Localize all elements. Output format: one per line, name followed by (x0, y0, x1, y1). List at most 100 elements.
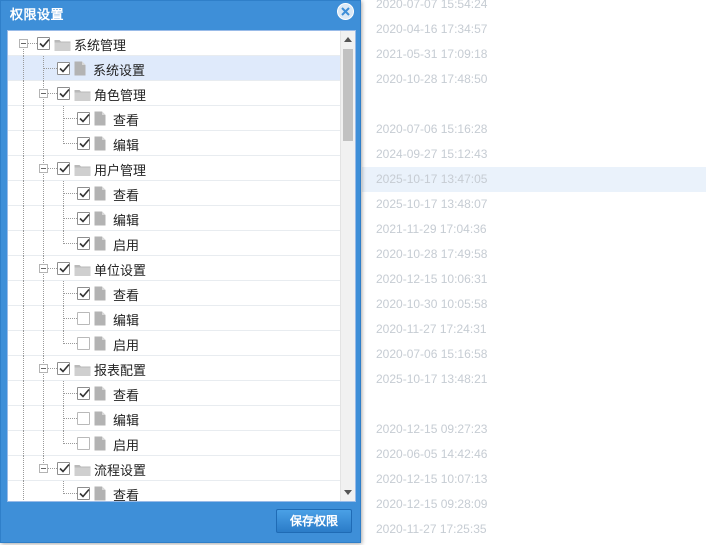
tree-leaf-node[interactable]: 查看 (8, 281, 341, 306)
permission-checkbox[interactable] (77, 387, 90, 400)
table-row[interactable]: 2020-10-30 10:05:58 (362, 292, 706, 317)
tree-guide-line (23, 431, 24, 456)
table-row[interactable]: 2025-10-17 13:47:05 (362, 167, 706, 192)
table-row[interactable]: 2020-04-16 17:34:57 (362, 17, 706, 42)
tree-node-label: 启用 (113, 439, 140, 454)
table-row[interactable]: 2020-10-28 17:48:50 (362, 67, 706, 92)
table-row[interactable]: 2021-11-29 17:04:36 (362, 217, 706, 242)
save-permissions-button[interactable]: 保存权限 (276, 509, 352, 533)
folder-icon (74, 262, 91, 281)
permission-checkbox[interactable] (77, 437, 90, 450)
table-row[interactable]: 2025-10-17 13:48:21 (362, 367, 706, 392)
tree-leaf-node[interactable]: 编辑 (8, 306, 341, 331)
scroll-up-arrow-icon[interactable] (344, 37, 352, 42)
tree-leaf-node[interactable]: 查看 (8, 106, 341, 131)
table-row[interactable]: 2020-07-06 15:16:28 (362, 117, 706, 142)
permission-checkbox[interactable] (57, 462, 70, 475)
collapse-toggle-icon[interactable] (39, 464, 48, 473)
permission-checkbox[interactable] (57, 162, 70, 175)
table-row[interactable]: 2020-10-28 17:49:58 (362, 242, 706, 267)
tree-node-label: 编辑 (113, 414, 140, 429)
collapse-toggle-icon[interactable] (39, 264, 48, 273)
tree-leaf-node[interactable]: 查看 (8, 481, 341, 502)
table-row[interactable]: 2020-11-27 17:24:31 (362, 317, 706, 342)
tree-guide-line (43, 131, 44, 156)
permission-checkbox[interactable] (77, 187, 90, 200)
collapse-toggle-icon[interactable] (19, 39, 28, 48)
tree-folder-node[interactable]: 用户管理 (8, 156, 341, 181)
tree-node-label: 查看 (113, 489, 140, 502)
table-row[interactable]: 2025-10-17 13:48:07 (362, 192, 706, 217)
dialog-header[interactable]: 权限设置 (1, 1, 360, 23)
file-icon (94, 311, 106, 330)
tree-folder-node[interactable]: 角色管理 (8, 81, 341, 106)
tree-guide-line (43, 306, 44, 331)
table-row[interactable] (362, 392, 706, 417)
table-row[interactable]: 2021-05-31 17:09:18 (362, 42, 706, 67)
tree-guide-line (23, 131, 24, 156)
timestamp-cell: 2024-09-27 15:12:43 (376, 147, 488, 161)
scrollbar-thumb[interactable] (343, 49, 353, 141)
file-icon (94, 386, 106, 405)
permission-checkbox[interactable] (77, 212, 90, 225)
tree-connector (63, 343, 77, 344)
tree-folder-node[interactable]: 流程设置 (8, 456, 341, 481)
permission-checkbox[interactable] (77, 312, 90, 325)
permission-checkbox[interactable] (77, 412, 90, 425)
permission-checkbox[interactable] (77, 337, 90, 350)
tree-guide-line (23, 381, 24, 406)
permission-checkbox[interactable] (57, 362, 70, 375)
tree-folder-node[interactable]: 单位设置 (8, 256, 341, 281)
tree-leaf-node[interactable]: 查看 (8, 381, 341, 406)
tree-leaf-node[interactable]: 启用 (8, 431, 341, 456)
table-row[interactable]: 2020-11-27 17:25:35 (362, 517, 706, 542)
table-row[interactable]: 2020-07-06 15:16:58 (362, 342, 706, 367)
tree-node-label: 用户管理 (94, 164, 147, 179)
timestamp-cell: 2020-10-28 17:49:58 (376, 247, 488, 261)
table-row[interactable]: 2020-12-15 09:28:09 (362, 492, 706, 517)
collapse-toggle-icon[interactable] (39, 164, 48, 173)
table-row[interactable] (362, 92, 706, 117)
timestamp-cell: 2020-11-27 17:24:31 (376, 322, 487, 336)
tree-guide-line (23, 156, 24, 181)
tree-folder-node[interactable]: 系统管理 (8, 31, 341, 56)
timestamp-cell: 2025-10-17 13:47:05 (376, 172, 488, 186)
tree-leaf-node[interactable]: 启用 (8, 331, 341, 356)
timestamp-cell: 2020-11-27 17:25:35 (376, 522, 487, 536)
timestamp-cell: 2020-10-28 17:48:50 (376, 72, 488, 86)
tree-node-label: 角色管理 (94, 89, 147, 104)
tree-leaf-node[interactable]: 系统设置 (8, 56, 341, 81)
tree-leaf-node[interactable]: 查看 (8, 181, 341, 206)
permission-checkbox[interactable] (37, 37, 50, 50)
permission-checkbox[interactable] (77, 137, 90, 150)
table-row[interactable]: 2020-12-15 10:07:13 (362, 467, 706, 492)
permission-checkbox[interactable] (57, 262, 70, 275)
folder-icon (74, 87, 91, 106)
tree-folder-node[interactable]: 报表配置 (8, 356, 341, 381)
tree-leaf-node[interactable]: 编辑 (8, 406, 341, 431)
collapse-toggle-icon[interactable] (39, 364, 48, 373)
permission-checkbox[interactable] (77, 487, 90, 500)
permission-checkbox[interactable] (77, 237, 90, 250)
collapse-toggle-icon[interactable] (39, 89, 48, 98)
scroll-down-arrow-icon[interactable] (344, 490, 352, 495)
table-row[interactable]: 2024-09-27 15:12:43 (362, 142, 706, 167)
tree-leaf-node[interactable]: 编辑 (8, 131, 341, 156)
permission-checkbox[interactable] (57, 62, 70, 75)
table-row[interactable]: 2020-07-07 15:54:24 (362, 0, 706, 17)
table-row[interactable]: 2020-12-15 09:27:23 (362, 417, 706, 442)
permission-checkbox[interactable] (77, 287, 90, 300)
table-row[interactable]: 2020-06-05 14:42:46 (362, 442, 706, 467)
folder-icon (74, 362, 91, 381)
vertical-scrollbar[interactable] (340, 31, 355, 501)
permission-checkbox[interactable] (57, 87, 70, 100)
table-row[interactable]: 2020-12-15 10:06:31 (362, 267, 706, 292)
tree-connector (43, 68, 57, 69)
close-icon[interactable] (337, 3, 354, 20)
permission-checkbox[interactable] (77, 112, 90, 125)
tree-guide-line (43, 181, 44, 206)
tree-leaf-node[interactable]: 编辑 (8, 206, 341, 231)
timestamp-cell: 2020-07-07 15:54:24 (376, 0, 488, 11)
tree-node-label: 系统设置 (93, 64, 146, 79)
tree-leaf-node[interactable]: 启用 (8, 231, 341, 256)
